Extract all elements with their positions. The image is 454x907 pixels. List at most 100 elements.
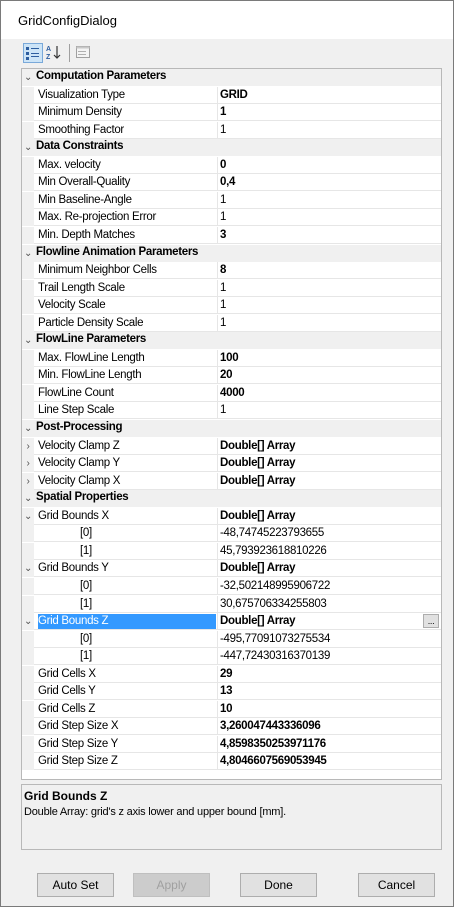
apply-button[interactable]: Apply: [133, 873, 210, 897]
title-bar[interactable]: GridConfigDialog: [1, 1, 453, 39]
property-row[interactable]: Grid Cells Z 10: [22, 700, 441, 718]
category-row[interactable]: ⌄ Data Constraints: [22, 139, 441, 157]
collapse-chevron-icon[interactable]: ⌄: [22, 245, 34, 262]
column-divider[interactable]: [217, 630, 218, 648]
property-row[interactable]: Minimum Density 1: [22, 104, 441, 122]
property-row[interactable]: FlowLine Count 4000: [22, 384, 441, 402]
column-divider[interactable]: [217, 525, 218, 543]
property-value[interactable]: Double[] Array: [220, 474, 435, 489]
property-value[interactable]: Double[] Array: [220, 509, 435, 524]
column-divider[interactable]: [217, 560, 218, 578]
collapse-chevron-icon[interactable]: ⌄: [22, 613, 34, 630]
column-divider[interactable]: [217, 191, 218, 209]
collapse-chevron-icon[interactable]: ⌄: [22, 508, 34, 525]
array-element-row[interactable]: [0] -48,74745223793655: [22, 525, 441, 543]
column-divider[interactable]: [217, 279, 218, 297]
property-row[interactable]: Grid Cells Y 13: [22, 683, 441, 701]
property-row[interactable]: › Velocity Clamp Y Double[] Array: [22, 455, 441, 473]
column-divider[interactable]: [217, 613, 218, 631]
property-value[interactable]: 4000: [220, 386, 435, 401]
property-row[interactable]: Min Overall-Quality 0,4: [22, 174, 441, 192]
array-element-row[interactable]: [1] 45,793923618810226: [22, 542, 441, 560]
collapse-chevron-icon[interactable]: ⌄: [22, 69, 34, 86]
property-row[interactable]: Minimum Neighbor Cells 8: [22, 262, 441, 280]
property-row[interactable]: ⌄ Grid Bounds Z Double[] Array...: [22, 613, 441, 631]
auto-set-button[interactable]: Auto Set: [37, 873, 114, 897]
column-divider[interactable]: [217, 683, 218, 701]
property-value[interactable]: 1: [220, 210, 435, 225]
property-row[interactable]: Grid Step Size Z 4,8046607569053945: [22, 753, 441, 771]
column-divider[interactable]: [217, 156, 218, 174]
property-row[interactable]: Velocity Scale 1: [22, 297, 441, 315]
property-row[interactable]: Visualization Type GRID: [22, 86, 441, 104]
column-divider[interactable]: [217, 314, 218, 332]
column-divider[interactable]: [217, 367, 218, 385]
property-value[interactable]: 0: [220, 158, 435, 173]
property-row[interactable]: Grid Step Size X 3,260047443336096: [22, 718, 441, 736]
cancel-button[interactable]: Cancel: [358, 873, 435, 897]
property-row[interactable]: Max. FlowLine Length 100: [22, 349, 441, 367]
ellipsis-button[interactable]: ...: [423, 614, 439, 629]
property-pages-button[interactable]: [74, 43, 94, 63]
column-divider[interactable]: [217, 648, 218, 666]
property-value[interactable]: Double[] Array: [220, 456, 435, 471]
property-value[interactable]: 1: [220, 193, 435, 208]
property-row[interactable]: Min. FlowLine Length 20: [22, 367, 441, 385]
property-value[interactable]: -447,72430316370139: [220, 649, 435, 664]
expand-chevron-icon[interactable]: ›: [22, 455, 34, 472]
category-row[interactable]: ⌄ Spatial Properties: [22, 490, 441, 508]
property-value[interactable]: 1: [220, 298, 435, 313]
category-row[interactable]: ⌄ Post-Processing: [22, 420, 441, 437]
property-value[interactable]: GRID: [220, 88, 435, 103]
property-value[interactable]: -32,502148995906722: [220, 579, 435, 594]
column-divider[interactable]: [217, 700, 218, 718]
property-value[interactable]: 30,675706334255803: [220, 597, 435, 612]
property-value[interactable]: -48,74745223793655: [220, 526, 435, 541]
column-divider[interactable]: [217, 472, 218, 490]
column-divider[interactable]: [217, 209, 218, 227]
property-row[interactable]: Max. Re-projection Error 1: [22, 209, 441, 227]
array-element-row[interactable]: [0] -495,77091073275534: [22, 630, 441, 648]
property-value[interactable]: 10: [220, 702, 435, 717]
property-value[interactable]: -495,77091073275534: [220, 632, 435, 647]
property-value[interactable]: 1: [220, 403, 435, 418]
column-divider[interactable]: [217, 297, 218, 315]
column-divider[interactable]: [217, 595, 218, 613]
property-value[interactable]: 3: [220, 228, 435, 243]
category-row[interactable]: ⌄ Flowline Animation Parameters: [22, 244, 441, 262]
property-value[interactable]: Double[] Array: [220, 561, 435, 576]
collapse-chevron-icon[interactable]: ⌄: [22, 490, 34, 507]
property-value[interactable]: 45,793923618810226: [220, 544, 435, 559]
property-row[interactable]: Grid Step Size Y 4,8598350253971176: [22, 735, 441, 753]
alphabetical-sort-button[interactable]: A Z: [45, 43, 65, 63]
property-value[interactable]: 0,4: [220, 175, 435, 190]
column-divider[interactable]: [217, 455, 218, 473]
property-row[interactable]: Max. velocity 0: [22, 156, 441, 174]
column-divider[interactable]: [217, 384, 218, 402]
property-row[interactable]: › Velocity Clamp Z Double[] Array: [22, 437, 441, 455]
column-divider[interactable]: [217, 577, 218, 595]
property-row[interactable]: Line Step Scale 1: [22, 402, 441, 420]
column-divider[interactable]: [217, 86, 218, 104]
property-row[interactable]: Min. Depth Matches 3: [22, 226, 441, 244]
collapse-chevron-icon[interactable]: ⌄: [22, 420, 34, 437]
property-row[interactable]: ⌄ Grid Bounds X Double[] Array: [22, 507, 441, 525]
property-value[interactable]: 1: [220, 281, 435, 296]
done-button[interactable]: Done: [240, 873, 317, 897]
property-row[interactable]: Particle Density Scale 1: [22, 314, 441, 332]
collapse-chevron-icon[interactable]: ⌄: [22, 332, 34, 349]
property-value[interactable]: 20: [220, 368, 435, 383]
property-value[interactable]: 4,8598350253971176: [220, 737, 435, 752]
property-value[interactable]: 1: [220, 123, 435, 138]
column-divider[interactable]: [217, 665, 218, 683]
expand-chevron-icon[interactable]: ›: [22, 438, 34, 455]
property-value[interactable]: 29: [220, 667, 435, 682]
property-value[interactable]: 4,8046607569053945: [220, 754, 435, 769]
column-divider[interactable]: [217, 753, 218, 771]
expand-chevron-icon[interactable]: ›: [22, 473, 34, 490]
property-row[interactable]: Grid Cells X 29: [22, 665, 441, 683]
category-row[interactable]: ⌄ FlowLine Parameters: [22, 332, 441, 350]
collapse-chevron-icon[interactable]: ⌄: [22, 560, 34, 577]
column-divider[interactable]: [217, 226, 218, 244]
column-divider[interactable]: [217, 174, 218, 192]
